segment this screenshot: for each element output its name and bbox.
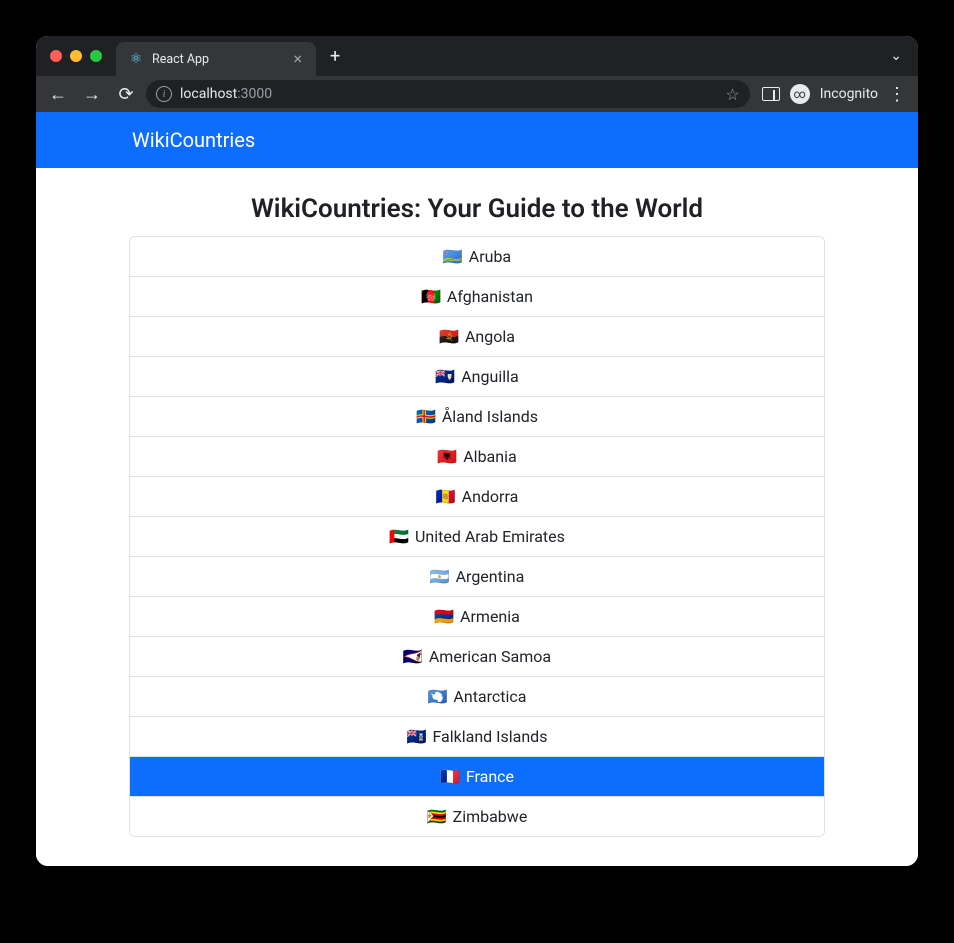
country-name: Angola [465, 327, 515, 346]
back-button[interactable]: ← [44, 80, 72, 108]
country-flag-icon: 🇦🇽 [416, 407, 436, 426]
browser-menu-button[interactable]: ⋮ [888, 84, 906, 105]
main-container: WikiCountries: Your Guide to the World 🇦… [129, 180, 825, 837]
address-bar: ← → ⟳ i localhost:3000 ☆ ∞ Incognito ⋮ [36, 76, 918, 112]
window-controls [50, 50, 102, 62]
country-name: Anguilla [461, 367, 518, 386]
country-flag-icon: 🇦🇷 [430, 567, 450, 586]
country-list-item[interactable]: 🇦🇶 Antarctica [130, 676, 824, 716]
country-list-item[interactable]: 🇦🇱 Albania [130, 436, 824, 476]
country-flag-icon: 🇦🇲 [434, 607, 454, 626]
country-name: Albania [463, 447, 516, 466]
new-tab-button[interactable]: + [330, 46, 340, 67]
country-flag-icon: 🇦🇱 [437, 447, 457, 466]
country-name: American Samoa [429, 647, 551, 666]
country-name: United Arab Emirates [415, 527, 565, 546]
country-list-item[interactable]: 🇫🇷 France [130, 756, 824, 796]
country-list-item[interactable]: 🇦🇸 American Samoa [130, 636, 824, 676]
country-list-item[interactable]: 🇦🇫 Afghanistan [130, 276, 824, 316]
tabs-dropdown-icon[interactable]: ⌄ [890, 48, 902, 64]
address-input[interactable]: i localhost:3000 ☆ [146, 80, 750, 108]
app-brand[interactable]: WikiCountries [132, 128, 255, 152]
country-flag-icon: 🇫🇷 [440, 767, 460, 786]
country-list-item[interactable]: 🇦🇲 Armenia [130, 596, 824, 636]
window-close-button[interactable] [50, 50, 62, 62]
country-name: Argentina [456, 567, 525, 586]
page-content: WikiCountries WikiCountries: Your Guide … [36, 112, 918, 866]
country-list-item[interactable]: 🇦🇮 Anguilla [130, 356, 824, 396]
country-name: Åland Islands [442, 407, 538, 426]
site-info-icon[interactable]: i [156, 86, 172, 102]
react-favicon-icon: ⚛ [128, 51, 144, 67]
country-flag-icon: 🇫🇰 [407, 727, 427, 746]
incognito-label: Incognito [820, 86, 878, 102]
browser-tab[interactable]: ⚛ React App × [116, 42, 316, 76]
incognito-icon[interactable]: ∞ [790, 84, 810, 104]
app-navbar: WikiCountries [36, 112, 918, 168]
country-list-item[interactable]: 🇦🇪 United Arab Emirates [130, 516, 824, 556]
country-flag-icon: 🇦🇴 [439, 327, 459, 346]
tab-bar: ⚛ React App × + ⌄ [36, 36, 918, 76]
country-flag-icon: 🇦🇪 [389, 527, 409, 546]
country-list-item[interactable]: 🇦🇼 Aruba [130, 237, 824, 276]
country-name: Andorra [462, 487, 519, 506]
country-flag-icon: 🇦🇫 [421, 287, 441, 306]
country-flag-icon: 🇦🇮 [435, 367, 455, 386]
country-name: Antarctica [453, 687, 526, 706]
bookmark-icon[interactable]: ☆ [725, 85, 739, 104]
country-list-item[interactable]: 🇿🇼 Zimbabwe [130, 796, 824, 836]
country-name: Armenia [460, 607, 520, 626]
tab-title: React App [152, 52, 291, 67]
country-flag-icon: 🇿🇼 [427, 807, 447, 826]
country-flag-icon: 🇦🇸 [403, 647, 423, 666]
country-list-item[interactable]: 🇦🇷 Argentina [130, 556, 824, 596]
page-title: WikiCountries: Your Guide to the World [129, 194, 825, 224]
country-name: Zimbabwe [453, 807, 528, 826]
country-name: Falkland Islands [432, 727, 547, 746]
window-minimize-button[interactable] [70, 50, 82, 62]
window-maximize-button[interactable] [90, 50, 102, 62]
reload-button[interactable]: ⟳ [112, 80, 140, 108]
country-name: Aruba [469, 247, 511, 266]
country-list: 🇦🇼 Aruba 🇦🇫 Afghanistan 🇦🇴 Angola 🇦🇮 Anguilla 🇦🇽… [129, 236, 825, 837]
tab-close-button[interactable]: × [291, 51, 304, 67]
country-name: France [466, 767, 514, 786]
country-list-item[interactable]: 🇦🇩 Andorra [130, 476, 824, 516]
url-host: localhost:3000 [180, 86, 272, 102]
country-list-item[interactable]: 🇫🇰 Falkland Islands [130, 716, 824, 756]
country-list-item[interactable]: 🇦🇽 Åland Islands [130, 396, 824, 436]
country-flag-icon: 🇦🇶 [428, 687, 448, 706]
country-flag-icon: 🇦🇩 [436, 487, 456, 506]
toolbar-right: ∞ Incognito ⋮ [762, 84, 906, 105]
side-panel-icon[interactable] [762, 87, 780, 101]
country-name: Afghanistan [447, 287, 533, 306]
country-flag-icon: 🇦🇼 [443, 247, 463, 266]
country-list-item[interactable]: 🇦🇴 Angola [130, 316, 824, 356]
browser-window: ⚛ React App × + ⌄ ← → ⟳ i localhost:3000… [36, 36, 918, 866]
forward-button[interactable]: → [78, 80, 106, 108]
